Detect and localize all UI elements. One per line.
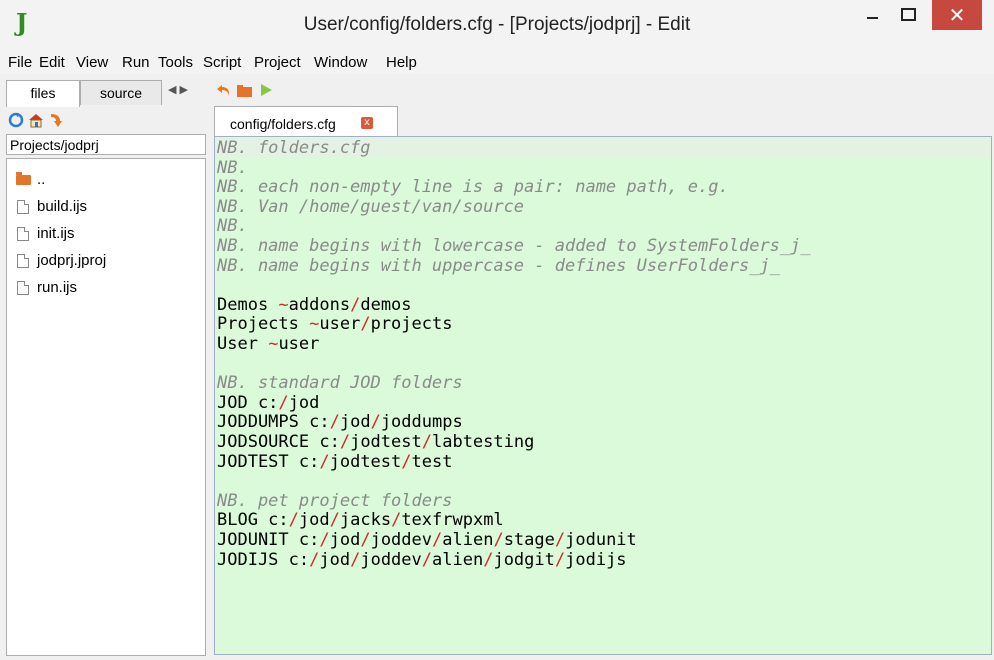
file-icon: [17, 200, 29, 214]
code-line: JODSOURCE c:/jodtest/labtesting: [217, 432, 535, 452]
menu-file[interactable]: File: [8, 54, 32, 71]
list-item[interactable]: run.ijs: [7, 277, 197, 299]
list-item[interactable]: init.ijs: [7, 223, 197, 245]
list-item[interactable]: jodprj.jproj: [7, 250, 197, 272]
home-icon[interactable]: [28, 112, 44, 128]
code-line: User ~user: [217, 334, 320, 354]
code-line: JODIJS c:/jod/joddev/alien/jodgit/jodijs: [217, 549, 627, 570]
menu-help[interactable]: Help: [386, 54, 417, 71]
run-icon[interactable]: [258, 82, 274, 98]
code-line: JODTEST c:/jodtest/test: [217, 451, 453, 472]
project-panel: files source ◀ ▶ Projects/jodprj .. buil…: [6, 80, 211, 656]
code-comment-line: NB. pet project folders: [217, 490, 453, 511]
menu-run[interactable]: Run: [122, 54, 150, 71]
tab-scroll-arrows[interactable]: ◀ ▶: [168, 83, 188, 96]
menu-tools[interactable]: Tools: [158, 54, 193, 71]
open-folder-icon[interactable]: [236, 82, 254, 98]
list-item[interactable]: build.ijs: [7, 196, 197, 218]
code-line: Demos ~addons/demos: [217, 294, 412, 315]
menu-script[interactable]: Script: [203, 54, 241, 71]
close-window-button[interactable]: ✕: [932, 0, 982, 30]
menu-project[interactable]: Project: [254, 54, 301, 71]
code-line: JOD c:/jod: [217, 392, 320, 413]
file-icon: [17, 227, 29, 241]
code-comment-line: NB.: [217, 216, 248, 237]
tab-files[interactable]: files: [6, 80, 80, 107]
editor-tab[interactable]: config/folders.cfg x: [214, 106, 398, 137]
undo-icon[interactable]: [216, 82, 232, 98]
tab-source[interactable]: source: [80, 80, 162, 105]
file-list: .. build.ijs init.ijs jodprj.jproj run.i…: [6, 158, 206, 656]
file-icon: [17, 254, 29, 268]
code-comment-line: NB. Van /home/guest/van/source: [217, 196, 525, 217]
menu-bar: File Edit View Run Tools Script Project …: [0, 48, 994, 74]
code-line: JODDUMPS c:/jod/joddumps: [217, 412, 463, 433]
code-comment-line: NB. name begins with lowercase - added t…: [217, 236, 811, 256]
menu-window[interactable]: Window: [314, 54, 367, 71]
list-item-parent-folder[interactable]: ..: [7, 169, 197, 191]
code-comment-line: NB. name begins with uppercase - defines…: [217, 255, 780, 276]
menu-edit[interactable]: Edit: [39, 54, 65, 71]
code-comment-line: NB. each non-empty line is a pair: name …: [217, 177, 729, 198]
refresh-icon[interactable]: [8, 112, 24, 128]
code-comment-line: NB. standard JOD folders: [217, 373, 463, 394]
file-icon: [17, 281, 29, 295]
code-line: Projects ~user/projects: [217, 314, 453, 335]
code-editor[interactable]: NB. folders.cfg NB. NB. each non-empty lin…: [214, 136, 992, 655]
path-field[interactable]: Projects/jodprj: [6, 134, 206, 155]
code-line: JODUNIT c:/jod/joddev/alien/stage/joduni…: [217, 530, 637, 550]
code-comment-line: NB.: [217, 157, 248, 178]
arrow-icon[interactable]: [48, 112, 64, 128]
close-tab-icon[interactable]: x: [361, 117, 373, 129]
code-line: BLOG c:/jod/jacks/texfrwpxml: [217, 510, 504, 531]
code-comment-line: NB. folders.cfg: [215, 138, 991, 158]
menu-view[interactable]: View: [76, 54, 108, 71]
editor-tab-label: config/folders.cfg: [230, 116, 336, 132]
maximize-button[interactable]: [885, 0, 931, 32]
title-bar: J User/config/folders.cfg - [Projects/jo…: [0, 0, 994, 48]
window-title: User/config/folders.cfg - [Projects/jodp…: [303, 14, 691, 35]
folder-icon: [16, 172, 31, 185]
